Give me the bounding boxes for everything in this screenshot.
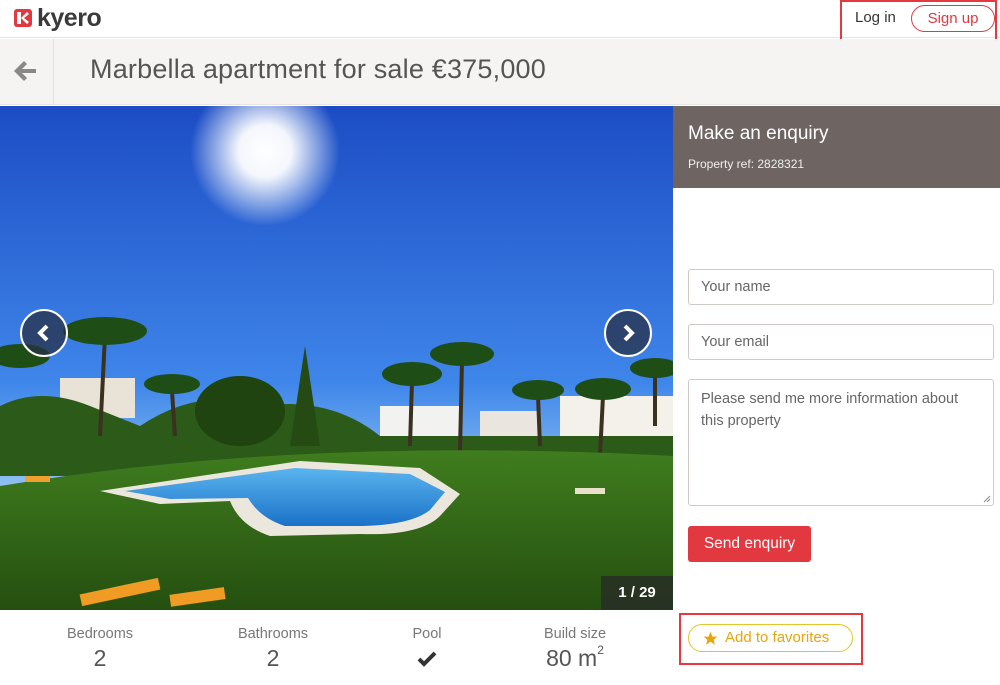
stat-build-size: Build size 80 m2 xyxy=(515,626,635,672)
add-to-favorites-button[interactable]: Add to favorites xyxy=(688,624,853,652)
build-size-unit-sup: 2 xyxy=(597,643,604,657)
kyero-logo[interactable]: kyero xyxy=(14,4,102,32)
kyero-logo-icon xyxy=(14,9,32,27)
stat-pool: Pool xyxy=(367,626,487,672)
resize-handle-icon[interactable] xyxy=(983,495,991,503)
bathrooms-label: Bathrooms xyxy=(237,626,309,642)
check-icon xyxy=(417,651,437,667)
build-size-number: 80 m xyxy=(546,645,598,671)
pool-garden-photo xyxy=(0,106,673,610)
stat-bedrooms: Bedrooms 2 xyxy=(40,626,160,672)
property-photo[interactable]: 1 / 29 xyxy=(0,106,673,610)
pool-label: Pool xyxy=(412,626,442,642)
login-link[interactable]: Log in xyxy=(855,9,896,26)
email-input[interactable]: Your email xyxy=(688,324,994,360)
gallery-next-button[interactable] xyxy=(604,309,652,357)
star-icon xyxy=(703,631,718,645)
title-bar: Marbella apartment for sale €375,000 xyxy=(0,39,1000,105)
build-size-value: 80 m2 xyxy=(515,643,635,672)
gallery-prev-button[interactable] xyxy=(20,309,68,357)
photo-counter: 1 / 29 xyxy=(601,576,673,610)
stat-bathrooms: Bathrooms 2 xyxy=(213,626,333,672)
signup-button[interactable]: Sign up xyxy=(911,5,995,32)
arrow-left-icon xyxy=(14,61,36,81)
name-input[interactable]: Your name xyxy=(688,269,994,305)
chevron-right-icon xyxy=(623,324,635,342)
send-enquiry-button[interactable]: Send enquiry xyxy=(688,526,811,562)
bedrooms-label: Bedrooms xyxy=(66,626,134,642)
chevron-left-icon xyxy=(37,324,49,342)
bedrooms-value: 2 xyxy=(93,645,107,671)
property-ref: Property ref: 2828321 xyxy=(688,157,805,171)
back-button[interactable] xyxy=(0,39,54,105)
email-placeholder: Your email xyxy=(701,334,769,350)
logo-text: kyero xyxy=(37,4,102,32)
message-textarea[interactable]: Please send me more information about th… xyxy=(688,379,994,506)
favorites-label: Add to favorites xyxy=(725,629,830,646)
enquiry-title: Make an enquiry xyxy=(688,123,829,144)
enquiry-header: Make an enquiry Property ref: 2828321 xyxy=(673,106,1000,188)
page-title: Marbella apartment for sale €375,000 xyxy=(90,54,546,84)
build-size-label: Build size xyxy=(543,626,607,642)
name-placeholder: Your name xyxy=(701,279,771,295)
top-bar: kyero Log in Sign up xyxy=(0,0,1000,42)
bathrooms-value: 2 xyxy=(266,645,280,671)
message-text: Please send me more information about th… xyxy=(701,391,959,429)
